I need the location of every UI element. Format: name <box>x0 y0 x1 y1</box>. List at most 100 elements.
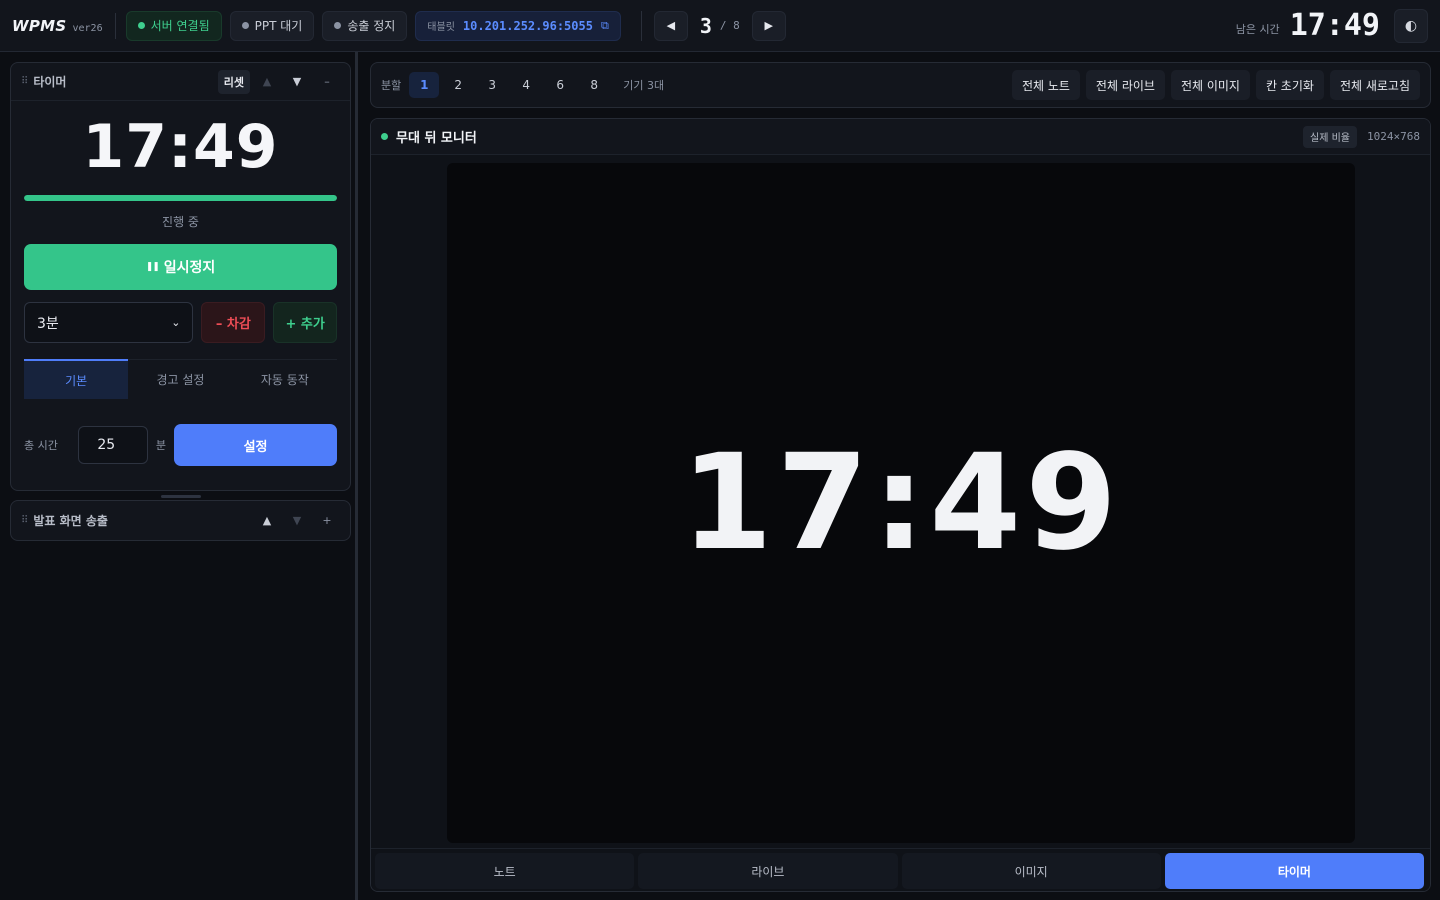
slide-navigation: ◀ 3 / 8 ▶ <box>653 10 786 41</box>
tab-auto-actions[interactable]: 자동 동작 <box>233 359 337 399</box>
tab-warning-settings[interactable]: 경고 설정 <box>128 359 232 399</box>
ppt-status-label: PPT 대기 <box>254 19 303 33</box>
minus-icon: – <box>324 75 330 88</box>
split-option-4[interactable]: 4 <box>511 72 541 98</box>
move-up-button[interactable]: ▲ <box>254 70 280 94</box>
total-time-input[interactable]: 25 <box>78 426 148 464</box>
actual-ratio-button[interactable]: 실제 비율 <box>1303 125 1358 148</box>
header-right: 남은 시간 17:49 ◐ <box>1236 8 1428 43</box>
tablet-label: 태블릿 <box>427 22 455 33</box>
remaining-time-label: 남은 시간 <box>1235 22 1280 36</box>
timer-progress-fill <box>24 195 337 201</box>
monitor-header-right: 실제 비율 1024×768 <box>1303 125 1420 148</box>
split-option-8[interactable]: 8 <box>579 72 609 98</box>
refresh-all-button[interactable]: 전체 새로고침 <box>1329 70 1420 100</box>
header-separator-2 <box>640 10 642 41</box>
timer-card-header: ⠿ 타이머 리셋 ▲ ▼ – <box>11 63 350 101</box>
mode-tab-notes[interactable]: 노트 <box>375 853 635 889</box>
contrast-icon: ◐ <box>1404 17 1418 34</box>
timer-tabs: 기본 경고 설정 자동 동작 <box>24 359 337 399</box>
reset-button[interactable]: 리셋 <box>217 69 250 94</box>
timer-card-title: 타이머 <box>33 75 67 89</box>
expand-button[interactable]: + <box>314 509 340 533</box>
split-option-3[interactable]: 3 <box>477 72 507 98</box>
set-button[interactable]: 설정 <box>174 424 337 466</box>
app-version: ver26 <box>72 22 103 34</box>
stage-monitor-panel: 무대 뒤 모니터 실제 비율 1024×768 17:49 노트 라이브 이미지… <box>370 118 1431 892</box>
top-header: WPMS ver26 서버 연결됨 PPT 대기 송출 정지 태블릿 10.20… <box>0 0 1440 52</box>
device-count: 기기 3대 <box>623 79 665 92</box>
total-time-label: 총 시간 <box>24 439 58 452</box>
mode-tab-live[interactable]: 라이브 <box>638 853 898 889</box>
tablet-address-pill[interactable]: 태블릿 10.201.252.96:5055 ⧉ <box>415 10 621 41</box>
server-status-label: 서버 연결됨 <box>150 19 210 33</box>
split-option-2[interactable]: 2 <box>443 72 473 98</box>
ppt-status-pill[interactable]: PPT 대기 <box>229 10 315 41</box>
move-up-button[interactable]: ▲ <box>254 509 280 533</box>
live-status-dot <box>381 133 388 140</box>
minutes-unit: 분 <box>155 439 167 452</box>
mode-tab-image[interactable]: 이미지 <box>901 853 1161 889</box>
monitor-mode-tabs: 노트 라이브 이미지 타이머 <box>371 848 1430 891</box>
monitor-toolbar: 분할 1 2 3 4 6 8 기기 3대 전체 노트 전체 라이브 전체 이미지… <box>370 62 1431 108</box>
all-live-button[interactable]: 전체 라이브 <box>1085 70 1165 100</box>
timer-card-actions: 리셋 ▲ ▼ – <box>217 69 340 94</box>
server-status-dot <box>137 22 145 29</box>
arrow-up-icon: ▲ <box>262 514 272 527</box>
step-select[interactable]: 3분 ⌄ <box>24 302 194 343</box>
add-time-button[interactable]: + 추가 <box>273 302 337 343</box>
chevron-down-icon: ⌄ <box>171 316 181 329</box>
monitor-title: 무대 뒤 모니터 <box>396 131 477 146</box>
total-slides: / 8 <box>719 19 740 32</box>
broadcast-card: ⠿ 발표 화면 송출 ▲ ▼ + <box>10 500 351 541</box>
mode-tab-timer[interactable]: 타이머 <box>1164 853 1424 889</box>
broadcast-card-title: 발표 화면 송출 <box>33 514 108 528</box>
split-option-1[interactable]: 1 <box>409 72 440 98</box>
pause-label: 일시정지 <box>163 260 216 276</box>
monitor-header: 무대 뒤 모니터 실제 비율 1024×768 <box>371 119 1430 155</box>
tab-basic[interactable]: 기본 <box>24 359 129 399</box>
move-down-button[interactable]: ▼ <box>284 509 310 533</box>
arrow-down-icon: ▼ <box>292 75 302 88</box>
card-resize-handle[interactable] <box>160 495 201 498</box>
pause-button[interactable]: ❚❚ 일시정지 <box>24 244 337 290</box>
broadcast-status-dot <box>334 22 342 29</box>
all-notes-button[interactable]: 전체 노트 <box>1011 70 1080 100</box>
ppt-status-dot <box>241 22 249 29</box>
timer-card: ⠿ 타이머 리셋 ▲ ▼ – 17:49 진행 중 ❚❚ 일시정지 3분 ⌄ –… <box>10 62 351 498</box>
pause-icon: ❚❚ <box>145 262 160 272</box>
tablet-address: 10.201.252.96:5055 <box>462 18 593 33</box>
next-arrow-icon: ▶ <box>764 19 773 32</box>
right-panel: 분할 1 2 3 4 6 8 기기 3대 전체 노트 전체 라이브 전체 이미지… <box>370 62 1431 892</box>
brand: WPMS ver26 <box>12 17 103 35</box>
timer-display: 17:49 <box>82 112 279 182</box>
server-status-pill[interactable]: 서버 연결됨 <box>125 10 222 41</box>
panel-resize-divider[interactable] <box>355 52 358 900</box>
adjust-row: 3분 ⌄ – 차감 + 추가 <box>24 302 337 343</box>
move-down-button[interactable]: ▼ <box>284 70 310 94</box>
subtract-time-button[interactable]: – 차감 <box>201 302 266 343</box>
monitor-screen: 17:49 <box>447 163 1355 843</box>
arrow-down-icon: ▼ <box>292 514 302 527</box>
timer-status: 진행 중 <box>162 215 199 229</box>
remaining-time-value: 17:49 <box>1289 8 1380 43</box>
copy-icon[interactable]: ⧉ <box>601 19 609 33</box>
theme-toggle-button[interactable]: ◐ <box>1394 8 1428 43</box>
broadcast-status-pill[interactable]: 송출 정지 <box>322 10 408 41</box>
split-label: 분할 <box>381 79 402 92</box>
drag-grip-icon[interactable]: ⠿ <box>21 76 28 87</box>
monitor-timer-display: 17:49 <box>680 426 1122 580</box>
all-image-button[interactable]: 전체 이미지 <box>1170 70 1250 100</box>
resolution-text: 1024×768 <box>1367 130 1420 143</box>
prev-arrow-icon: ◀ <box>666 19 676 32</box>
step-select-value: 3분 <box>37 315 59 332</box>
broadcast-status-label: 송출 정지 <box>347 19 396 33</box>
broadcast-card-header: ⠿ 발표 화면 송출 ▲ ▼ + <box>11 501 350 540</box>
prev-slide-button[interactable]: ◀ <box>653 10 688 41</box>
split-option-6[interactable]: 6 <box>545 72 575 98</box>
drag-grip-icon[interactable]: ⠿ <box>21 515 28 526</box>
reset-cells-button[interactable]: 칸 초기화 <box>1255 70 1324 100</box>
next-slide-button[interactable]: ▶ <box>751 10 786 41</box>
collapse-button[interactable]: – <box>314 70 340 94</box>
plus-icon: + <box>322 514 332 527</box>
